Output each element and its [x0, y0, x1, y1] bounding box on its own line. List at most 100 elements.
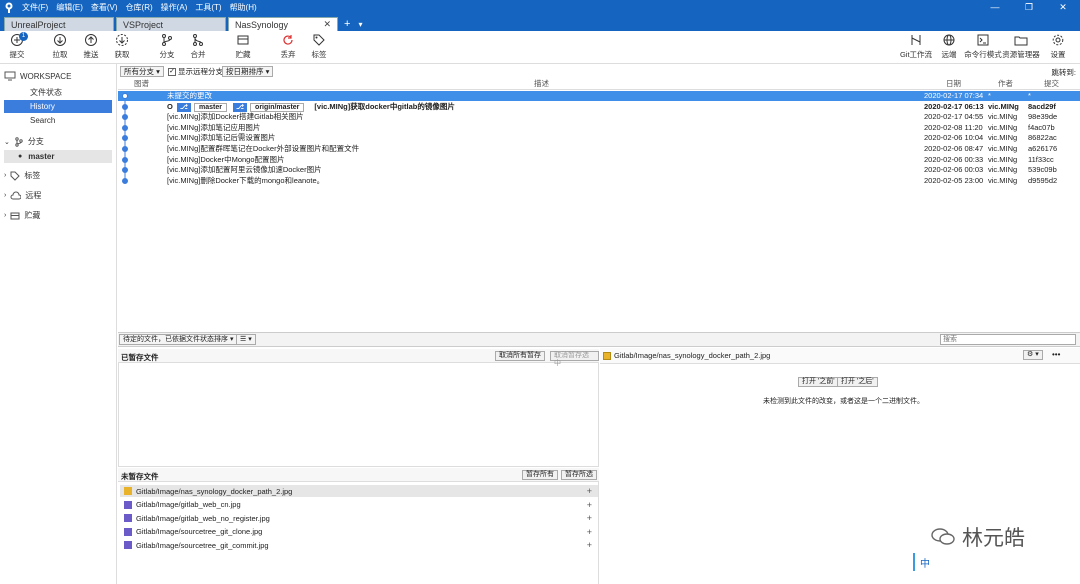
- commit-author: vic.MINg: [988, 175, 1018, 185]
- repo-tab-bar: UnrealProject VSProject NasSynology ✕ + ▾: [0, 15, 1080, 31]
- menu-help[interactable]: 帮助(H): [230, 2, 257, 13]
- workspace-label: WORKSPACE: [20, 71, 72, 81]
- window-controls: — ❐ ✕: [978, 2, 1080, 13]
- fetch-button[interactable]: 获取: [107, 33, 137, 60]
- list-item[interactable]: Gitlab/Image/gitlab_web_no_register.jpg +: [120, 512, 598, 524]
- table-row[interactable]: [vic.MINg]删除Docker下载的mongo和leanote。 2020-…: [118, 176, 1080, 186]
- branches-header[interactable]: ⌄ 分支: [4, 136, 44, 147]
- menu-file[interactable]: 文件(F): [22, 2, 48, 13]
- commit-description: [vic.MINg]添加配置阿里云镜像加速Docker图片: [167, 165, 917, 175]
- current-branch-icon: ●: [18, 153, 23, 160]
- stage-file-icon[interactable]: +: [587, 486, 592, 496]
- table-row[interactable]: [vic.MINg]Docker中Mongo配置图片 2020-02-06 00:…: [118, 155, 1080, 165]
- add-tab-button[interactable]: +: [344, 17, 350, 31]
- stashes-header[interactable]: › 贮藏: [4, 210, 40, 221]
- commit-button[interactable]: 1 提交: [2, 32, 32, 60]
- maximize-button[interactable]: ❐: [1012, 2, 1046, 13]
- table-row[interactable]: [vic.MINg]添加笔记应用图片 2020-02-08 11:20 vic.MI…: [118, 123, 1080, 133]
- jump-to-label[interactable]: 跳转到:: [1051, 67, 1076, 78]
- commit-hash: 11f33cc: [1028, 154, 1054, 164]
- branch-button[interactable]: 分支: [152, 33, 182, 60]
- sort-select[interactable]: 按日期排序 ▾: [222, 66, 274, 77]
- push-button[interactable]: 推送: [76, 33, 106, 60]
- commit-author: vic.MINg: [988, 144, 1018, 153]
- commit-date: 2020-02-06 10:04: [924, 133, 984, 143]
- stage-file-icon[interactable]: +: [587, 527, 592, 537]
- pending-sort-select[interactable]: 待定的文件，已依据文件状态排序 ▾: [119, 334, 238, 345]
- col-graph[interactable]: 图谱: [134, 79, 149, 89]
- terminal-button[interactable]: 命令行模式: [964, 33, 1002, 60]
- open-before-button[interactable]: 打开 '之前': [798, 377, 839, 387]
- col-date[interactable]: 日期: [946, 79, 961, 89]
- col-commit[interactable]: 提交: [1044, 79, 1059, 89]
- list-item[interactable]: Gitlab/Image/nas_synology_docker_path_2.…: [120, 485, 598, 497]
- remote-button[interactable]: 远端: [934, 33, 964, 60]
- tab-nassynology[interactable]: NasSynology ✕: [228, 17, 338, 31]
- pull-button[interactable]: 拉取: [45, 33, 75, 60]
- table-row[interactable]: [vic.MINg]添加笔记后需设置图片 2020-02-06 10:04 vic.…: [118, 133, 1080, 143]
- remotes-header[interactable]: › 远程: [4, 190, 41, 201]
- col-author[interactable]: 作者: [998, 79, 1013, 89]
- menu-view[interactable]: 查看(V): [91, 2, 118, 13]
- file-search-input[interactable]: [940, 334, 1076, 345]
- diff-options-button[interactable]: ⚙ ▾: [1023, 350, 1043, 360]
- discard-button[interactable]: 丢弃: [273, 33, 303, 60]
- list-item[interactable]: Gitlab/Image/sourcetree_git_commit.jpg +: [120, 539, 598, 551]
- merge-button[interactable]: 合并: [183, 33, 213, 60]
- col-description[interactable]: 描述: [534, 79, 549, 89]
- list-mode-select[interactable]: ☰ ▾: [236, 334, 256, 345]
- tab-vsproject[interactable]: VSProject: [116, 17, 226, 31]
- table-row[interactable]: O ⎇ master ⎇ origin/master [vic.MINg]获取docke…: [118, 102, 1080, 112]
- stage-file-icon[interactable]: +: [587, 513, 592, 523]
- explorer-button[interactable]: 资源管理器: [1002, 33, 1040, 60]
- branch-filter-select[interactable]: 所有分支 ▾: [120, 66, 164, 77]
- tab-label: VSProject: [123, 19, 164, 30]
- git-flow-button[interactable]: Git工作流: [898, 33, 934, 60]
- tab-unrealproject[interactable]: UnrealProject: [4, 17, 114, 31]
- menu-repository[interactable]: 仓库(R): [126, 2, 153, 13]
- ime-indicator[interactable]: 中: [913, 553, 935, 571]
- table-row[interactable]: [vic.MINg]添加Docker搭建Gitlab相关图片 2020-02-17…: [118, 112, 1080, 122]
- remote-branch-label[interactable]: origin/master: [250, 102, 305, 112]
- close-window-button[interactable]: ✕: [1046, 2, 1080, 13]
- branch-label: 分支: [159, 50, 175, 59]
- table-row[interactable]: 未提交的更改 2020-02-17 07:34 * *: [118, 91, 1080, 101]
- push-label: 推送: [83, 50, 99, 59]
- commit-author: vic.MINg: [988, 133, 1018, 143]
- workspace-header[interactable]: WORKSPACE: [4, 71, 71, 81]
- more-options-button[interactable]: •••: [1052, 350, 1060, 359]
- unstage-all-button[interactable]: 取消所有暂存: [495, 351, 545, 361]
- sidebar-item-file-status[interactable]: 文件状态: [4, 86, 112, 99]
- show-remote-toggle[interactable]: ✓ 显示远程分支: [168, 66, 223, 77]
- tags-label: 标签: [24, 171, 41, 180]
- menu-tools[interactable]: 工具(T): [195, 2, 221, 13]
- table-row[interactable]: [vic.MINg]配置群晖笔记在Docker外部设置图片和配置文件 2020-0…: [118, 144, 1080, 154]
- tab-menu-button[interactable]: ▾: [358, 17, 362, 31]
- tags-header[interactable]: › 标签: [4, 170, 40, 181]
- tag-icon: [10, 171, 21, 181]
- checkbox-checked-icon: ✓: [168, 67, 176, 76]
- sidebar-item-master[interactable]: ● master: [4, 150, 112, 163]
- table-row[interactable]: [vic.MINg]添加配置阿里云镜像加速Docker图片 2020-02-06 …: [118, 165, 1080, 175]
- minimize-button[interactable]: —: [978, 2, 1012, 13]
- commit-date: 2020-02-06 00:03: [924, 165, 984, 175]
- list-item[interactable]: Gitlab/Image/gitlab_web_cn.jpg +: [120, 499, 598, 511]
- tag-button[interactable]: 标签: [304, 33, 334, 60]
- sidebar-item-history[interactable]: History: [4, 100, 112, 113]
- local-branch-label[interactable]: master: [194, 102, 227, 112]
- menu-actions[interactable]: 操作(A): [161, 2, 188, 13]
- list-item[interactable]: Gitlab/Image/sourcetree_git_clone.jpg +: [120, 526, 598, 538]
- stage-all-button[interactable]: 暂存所有: [522, 470, 558, 480]
- open-after-button[interactable]: 打开 '之后': [837, 377, 878, 387]
- stage-file-icon[interactable]: +: [587, 540, 592, 550]
- unstage-selected-button[interactable]: 取消暂存选中: [550, 351, 599, 367]
- sidebar-item-search[interactable]: Search: [4, 114, 112, 127]
- stash-button[interactable]: 贮藏: [228, 33, 258, 60]
- commit-date: 2020-02-17 06:13: [924, 101, 984, 111]
- menu-edit[interactable]: 编辑(E): [56, 2, 83, 13]
- stage-selected-button[interactable]: 暂存所选: [561, 470, 597, 480]
- gear-icon: [1052, 34, 1064, 46]
- stage-file-icon[interactable]: +: [587, 500, 592, 510]
- close-tab-icon[interactable]: ✕: [323, 19, 331, 30]
- settings-button[interactable]: 设置: [1043, 33, 1073, 60]
